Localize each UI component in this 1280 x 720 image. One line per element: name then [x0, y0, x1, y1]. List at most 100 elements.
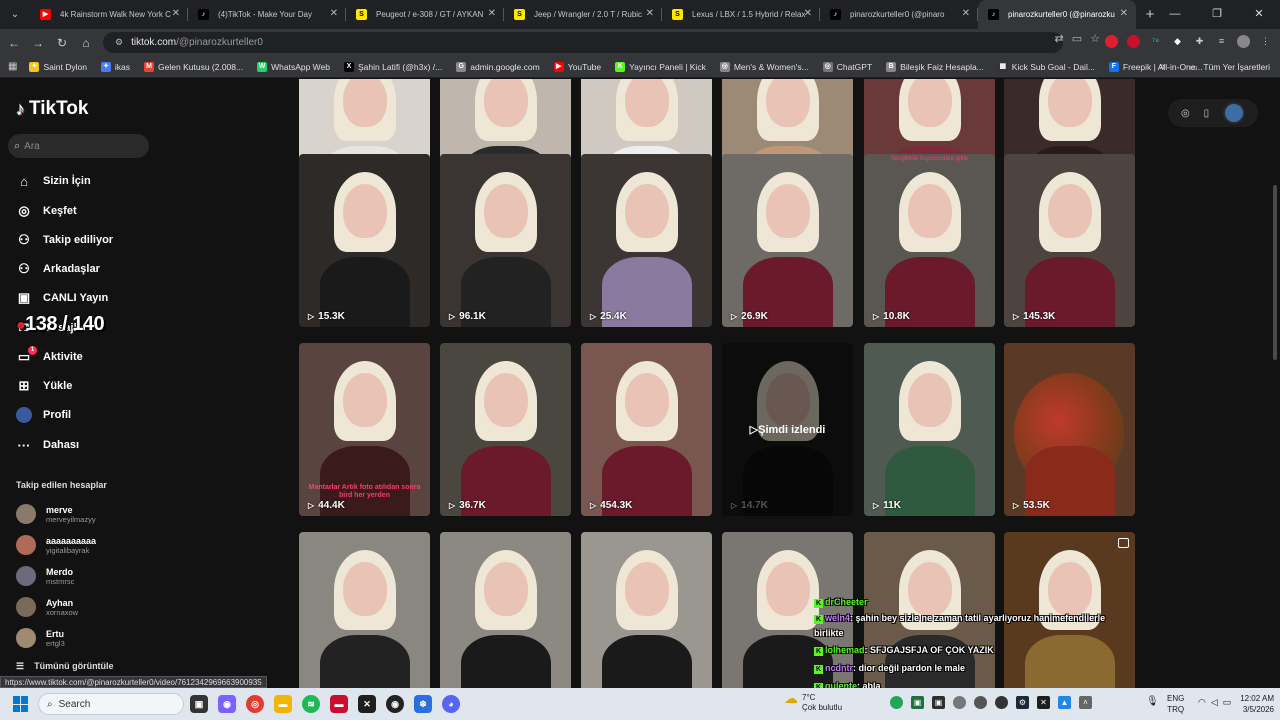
- browser-menu-icon[interactable]: ⋮: [1259, 35, 1272, 48]
- obs-icon[interactable]: ◉: [386, 695, 404, 713]
- video-card[interactable]: [299, 532, 430, 688]
- device-icon[interactable]: ▯: [1204, 108, 1210, 119]
- app-blue-icon[interactable]: ❄: [414, 695, 432, 713]
- browser-tab[interactable]: ♪ pinarozkurteller0 (@pinaro ✕: [820, 0, 978, 29]
- video-card[interactable]: ▷ 454.3K: [581, 343, 712, 516]
- bookmark-item[interactable]: ✦ Saint Dylon: [29, 61, 87, 72]
- tray-x-icon[interactable]: ✕: [1037, 696, 1050, 709]
- followed-account[interactable]: merve merveyilmazyy: [16, 501, 96, 527]
- microphone-icon[interactable]: 🎙: [1146, 696, 1159, 707]
- input-language[interactable]: ENG TRQ: [1167, 693, 1184, 715]
- extension-diamond-icon[interactable]: ◆: [1171, 35, 1184, 48]
- forward-icon[interactable]: →: [26, 36, 50, 50]
- close-window-icon[interactable]: ✕: [1238, 0, 1280, 29]
- tab-switcher-icon[interactable]: ⌄: [0, 9, 30, 20]
- chrome-icon[interactable]: ◎: [246, 695, 264, 713]
- nav-item[interactable]: ◎ Keşfet: [16, 201, 76, 221]
- search-input[interactable]: ⌕ Ara: [8, 134, 149, 158]
- video-card[interactable]: Mantarlar Artık foto atılıdan sonra bird…: [299, 343, 430, 516]
- tray-dark-icon[interactable]: [995, 696, 1008, 709]
- video-card[interactable]: ▷ 11K: [864, 343, 995, 516]
- browser-tab[interactable]: S Jeep / Wrangler / 2.0 T / Rubic ✕: [504, 0, 662, 29]
- browser-tab[interactable]: S Peugeot / e-308 / GT / AYKAN ✕: [346, 0, 504, 29]
- translate-icon[interactable]: ⇄: [1055, 32, 1064, 45]
- bookmark-item[interactable]: W WhatsApp Web: [257, 61, 330, 72]
- user-avatar[interactable]: [1223, 102, 1246, 124]
- followed-account[interactable]: Ertu ertgl3: [16, 625, 65, 651]
- bookmark-item[interactable]: ▶ YouTube: [553, 61, 601, 72]
- video-card[interactable]: ▷ 36.7K: [440, 343, 571, 516]
- spotify-icon[interactable]: ≋: [302, 695, 320, 713]
- nav-item[interactable]: ⚇ Takip ediliyor: [16, 230, 113, 250]
- all-bookmarks-link[interactable]: Tüm Yer İşaretleri: [1203, 62, 1270, 72]
- close-tab-icon[interactable]: ✕: [804, 8, 812, 19]
- discord-icon[interactable]: ◕: [442, 695, 460, 713]
- chevron-right-icon[interactable]: »: [1159, 61, 1165, 73]
- video-card[interactable]: Sevgilimle kuyumculara gittik ▷ 10.8K: [864, 154, 995, 327]
- cast-icon[interactable]: ▭: [1072, 32, 1082, 45]
- nav-item[interactable]: ⚇ Arkadaşlar: [16, 259, 100, 279]
- browser-tab[interactable]: S Lexus / LBX / 1.5 Hybrid / Relax ✕: [662, 0, 820, 29]
- video-card[interactable]: ▷ 15.3K: [299, 154, 430, 327]
- video-card[interactable]: ▷ 96.1K: [440, 154, 571, 327]
- browser-tab[interactable]: ▶ 4k Rainstorm Walk New York C ✕: [30, 0, 188, 29]
- url-bar[interactable]: ⚙ tiktok.com/@pinarozkurteller0: [103, 32, 1063, 53]
- reload-icon[interactable]: ↻: [50, 36, 74, 50]
- bookmark-item[interactable]: ✦ ikas: [100, 61, 130, 72]
- tiktok-logo[interactable]: ♪ TikTok: [16, 98, 88, 120]
- close-tab-icon[interactable]: ✕: [488, 8, 496, 19]
- tray-box-icon[interactable]: ▣: [932, 696, 945, 709]
- tray-green-icon[interactable]: [890, 696, 903, 709]
- file-explorer-icon[interactable]: ▬: [274, 695, 292, 713]
- apps-grid-icon[interactable]: ▦: [8, 61, 17, 72]
- site-info-icon[interactable]: ⚙: [115, 37, 123, 48]
- network-volume[interactable]: ◠ ◁ ▭: [1198, 697, 1231, 708]
- close-tab-icon[interactable]: ✕: [962, 8, 970, 19]
- bookmark-item[interactable]: K Yayıncı Paneli | Kick: [615, 61, 706, 72]
- task-view-icon[interactable]: ▣: [190, 695, 208, 713]
- minimize-icon[interactable]: —: [1154, 0, 1196, 29]
- nav-item[interactable]: ⊞ Yükle: [16, 376, 73, 396]
- nav-item[interactable]: ▭ 1 Aktivite: [16, 346, 83, 367]
- close-tab-icon[interactable]: ✕: [646, 8, 654, 19]
- bookmark-item[interactable]: M Gelen Kutusu (2.008...: [144, 61, 243, 72]
- media-controls-icon[interactable]: ≡: [1215, 35, 1228, 48]
- copilot-icon[interactable]: ◉: [218, 695, 236, 713]
- page-scrollbar[interactable]: [1273, 185, 1277, 360]
- followed-account[interactable]: Ayhan xornaxow: [16, 594, 78, 620]
- bookmark-item[interactable]: ◎ Men's & Women's...: [719, 61, 809, 72]
- nav-item[interactable]: ··· Dahası: [16, 435, 80, 455]
- tray-gray-icon[interactable]: [974, 696, 987, 709]
- browser-tab[interactable]: ♪ (4)TikTok - Make Your Day ✕: [188, 0, 346, 29]
- nav-item[interactable]: ⌂ Sizin İçin: [16, 171, 91, 191]
- bookmark-item[interactable]: X Şahin Latifi (@h3x) /...: [344, 61, 442, 72]
- taskbar-search[interactable]: ⌕ Search: [38, 693, 184, 715]
- close-tab-icon[interactable]: ✕: [1120, 8, 1128, 19]
- extension-red-icon[interactable]: [1105, 35, 1118, 48]
- terminal-icon[interactable]: ✕: [358, 695, 376, 713]
- nav-item[interactable]: Profil: [16, 405, 71, 425]
- close-tab-icon[interactable]: ✕: [172, 8, 180, 19]
- extensions-puzzle-icon[interactable]: ✚: [1193, 35, 1206, 48]
- taskbar-clock[interactable]: 12:02 AM 3/5/2026: [1228, 693, 1274, 715]
- tray-blue-icon[interactable]: ▲: [1058, 696, 1071, 709]
- compass-tool-icon[interactable]: ◎: [1181, 108, 1190, 119]
- video-card[interactable]: [440, 532, 571, 688]
- home-page-icon[interactable]: ⌂: [74, 36, 98, 50]
- extension-teal-icon[interactable]: ⁷⁸: [1149, 35, 1162, 48]
- extension-recorder-icon[interactable]: [1127, 35, 1140, 48]
- video-card[interactable]: ▷ 53.5K: [1004, 343, 1135, 516]
- app-red-icon[interactable]: ▬: [330, 695, 348, 713]
- bookmark-item[interactable]: B Bileşik Faiz Hesapla...: [886, 61, 984, 72]
- see-all-link[interactable]: ☰ Tümünü görüntüle: [16, 661, 114, 672]
- tray-steam-icon[interactable]: ⚙: [1016, 696, 1029, 709]
- tray-app-icon[interactable]: ▣: [911, 696, 924, 709]
- followed-account[interactable]: Merdo mstmrsc: [16, 563, 74, 589]
- weather-widget[interactable]: ☁ 7°C Çok bulutlu: [784, 691, 842, 713]
- back-icon[interactable]: ←: [2, 36, 26, 50]
- bookmark-item[interactable]: ◎ ChatGPT: [822, 61, 872, 72]
- bookmark-item[interactable]: Gadmin.google.com: [456, 61, 540, 72]
- browser-tab[interactable]: ♪ pinarozkurteller0 (@pinarozku ✕: [978, 0, 1136, 29]
- profile-avatar-icon[interactable]: [1237, 35, 1250, 48]
- tray-circle-icon[interactable]: [953, 696, 966, 709]
